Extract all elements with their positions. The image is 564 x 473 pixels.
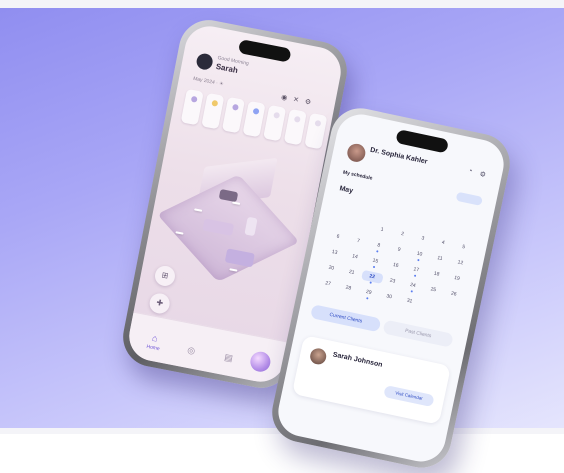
device-chip[interactable]: [180, 88, 204, 126]
calendar-day[interactable]: 5: [452, 240, 474, 254]
tab-current-clients[interactable]: Current Clients: [310, 304, 382, 333]
device-icon: [313, 119, 321, 127]
avatar[interactable]: [345, 142, 368, 164]
device-chip[interactable]: [201, 92, 225, 130]
date-weather[interactable]: May 2024 · ☀: [193, 76, 224, 88]
calendar-day[interactable]: 22: [360, 269, 384, 284]
doctor-name: Dr. Sophia Kahler: [369, 146, 429, 166]
calendar-day[interactable]: 24: [402, 278, 424, 292]
tab-home[interactable]: ⌂ Home: [139, 331, 170, 354]
weekday-label: [333, 198, 355, 212]
weekday-label: [354, 203, 376, 217]
tab-past-clients[interactable]: Past Clients: [382, 319, 454, 348]
settings-icon[interactable]: ⚙: [479, 170, 487, 179]
calendar-day[interactable]: 13: [323, 245, 345, 259]
device-icon: [231, 103, 239, 111]
device-icon: [252, 107, 260, 115]
visit-calendar-button[interactable]: Visit Calendar: [383, 385, 435, 408]
device-icon: [190, 95, 198, 103]
dynamic-island: [237, 39, 292, 63]
calendar-day[interactable]: 20: [320, 261, 342, 275]
calendar-day[interactable]: 29: [357, 285, 379, 299]
top-strip: [0, 0, 564, 8]
tab-label: Home: [145, 343, 161, 353]
device-chip[interactable]: [242, 100, 266, 138]
device-chip[interactable]: [283, 108, 307, 146]
calendar-day[interactable]: 9: [388, 243, 410, 257]
weekday-label: [456, 225, 478, 239]
plus-icon[interactable]: ✚: [147, 291, 172, 316]
calendar-day[interactable]: 18: [425, 267, 447, 281]
calendar-day: [419, 298, 441, 312]
avatar[interactable]: [195, 52, 214, 71]
calendar-grid: 1 2 3 4 5 6 7 8 9 10 11 12 13 14 15 16 17 18 19 20 21 22 23 24 2…: [317, 198, 479, 316]
calendar-day[interactable]: 30: [378, 290, 400, 304]
tab-stats[interactable]: ▤: [213, 350, 243, 368]
calendar-day[interactable]: 7: [347, 234, 369, 248]
stats-icon: ▤: [223, 351, 234, 364]
view-toggle[interactable]: [455, 191, 483, 206]
calendar-day[interactable]: 3: [412, 231, 434, 245]
calendar-day[interactable]: 26: [442, 287, 464, 301]
device-icon: [293, 115, 301, 123]
assistant-orb-icon[interactable]: [248, 350, 273, 374]
device-chip[interactable]: [304, 112, 328, 150]
weekday-label: [435, 220, 457, 234]
calendar-day[interactable]: 15: [364, 254, 386, 268]
weekday-label: [374, 207, 396, 221]
calendar-day[interactable]: 14: [344, 250, 366, 264]
calendar-day[interactable]: 27: [317, 277, 339, 291]
settings-icon[interactable]: ⚙: [304, 98, 312, 106]
calendar-day[interactable]: 21: [340, 265, 362, 279]
chat-icon[interactable]: ◔: [467, 168, 473, 176]
calendar-day[interactable]: 4: [432, 236, 454, 250]
client-card[interactable]: Sarah Johnson Visit Calendar: [291, 335, 452, 425]
calendar-day[interactable]: 31: [398, 294, 420, 308]
schedule-label: My schedule: [342, 169, 373, 182]
devices-icon: ◎: [186, 344, 197, 357]
calendar-day[interactable]: 16: [385, 258, 407, 272]
calendar-day[interactable]: 11: [429, 251, 451, 265]
mic-icon[interactable]: ◉: [281, 93, 289, 102]
dynamic-island: [395, 129, 450, 154]
tab-devices[interactable]: ◎: [176, 343, 206, 361]
calendar-day[interactable]: 25: [422, 283, 444, 297]
weekday-label: [415, 216, 437, 230]
home-icon: ⌂: [151, 332, 159, 344]
tools-icon[interactable]: ✕: [292, 95, 299, 104]
calendar-day: [439, 303, 461, 317]
month-selector[interactable]: May: [339, 185, 354, 195]
device-icon: [210, 99, 218, 107]
calendar-day[interactable]: 23: [381, 274, 403, 288]
weekday-label: [395, 211, 417, 225]
calendar-day[interactable]: 19: [446, 271, 468, 285]
device-icon: [272, 111, 280, 119]
calendar-day[interactable]: 8: [367, 238, 389, 252]
calendar-day: [350, 218, 372, 232]
calendar-day[interactable]: 12: [449, 256, 471, 270]
calendar-day[interactable]: 10: [408, 247, 430, 261]
calendar-day[interactable]: 1: [371, 223, 393, 237]
client-avatar: [308, 346, 328, 366]
device-chip[interactable]: [263, 104, 287, 142]
calendar-day[interactable]: 2: [391, 227, 413, 241]
calendar-day[interactable]: 17: [405, 263, 427, 277]
client-name: Sarah Johnson: [332, 351, 384, 369]
calendar-day[interactable]: 6: [327, 230, 349, 244]
calendar-day: [330, 214, 352, 228]
device-chip[interactable]: [221, 96, 246, 134]
isometric-room[interactable]: [157, 144, 300, 293]
calendar-day[interactable]: 28: [337, 281, 359, 295]
